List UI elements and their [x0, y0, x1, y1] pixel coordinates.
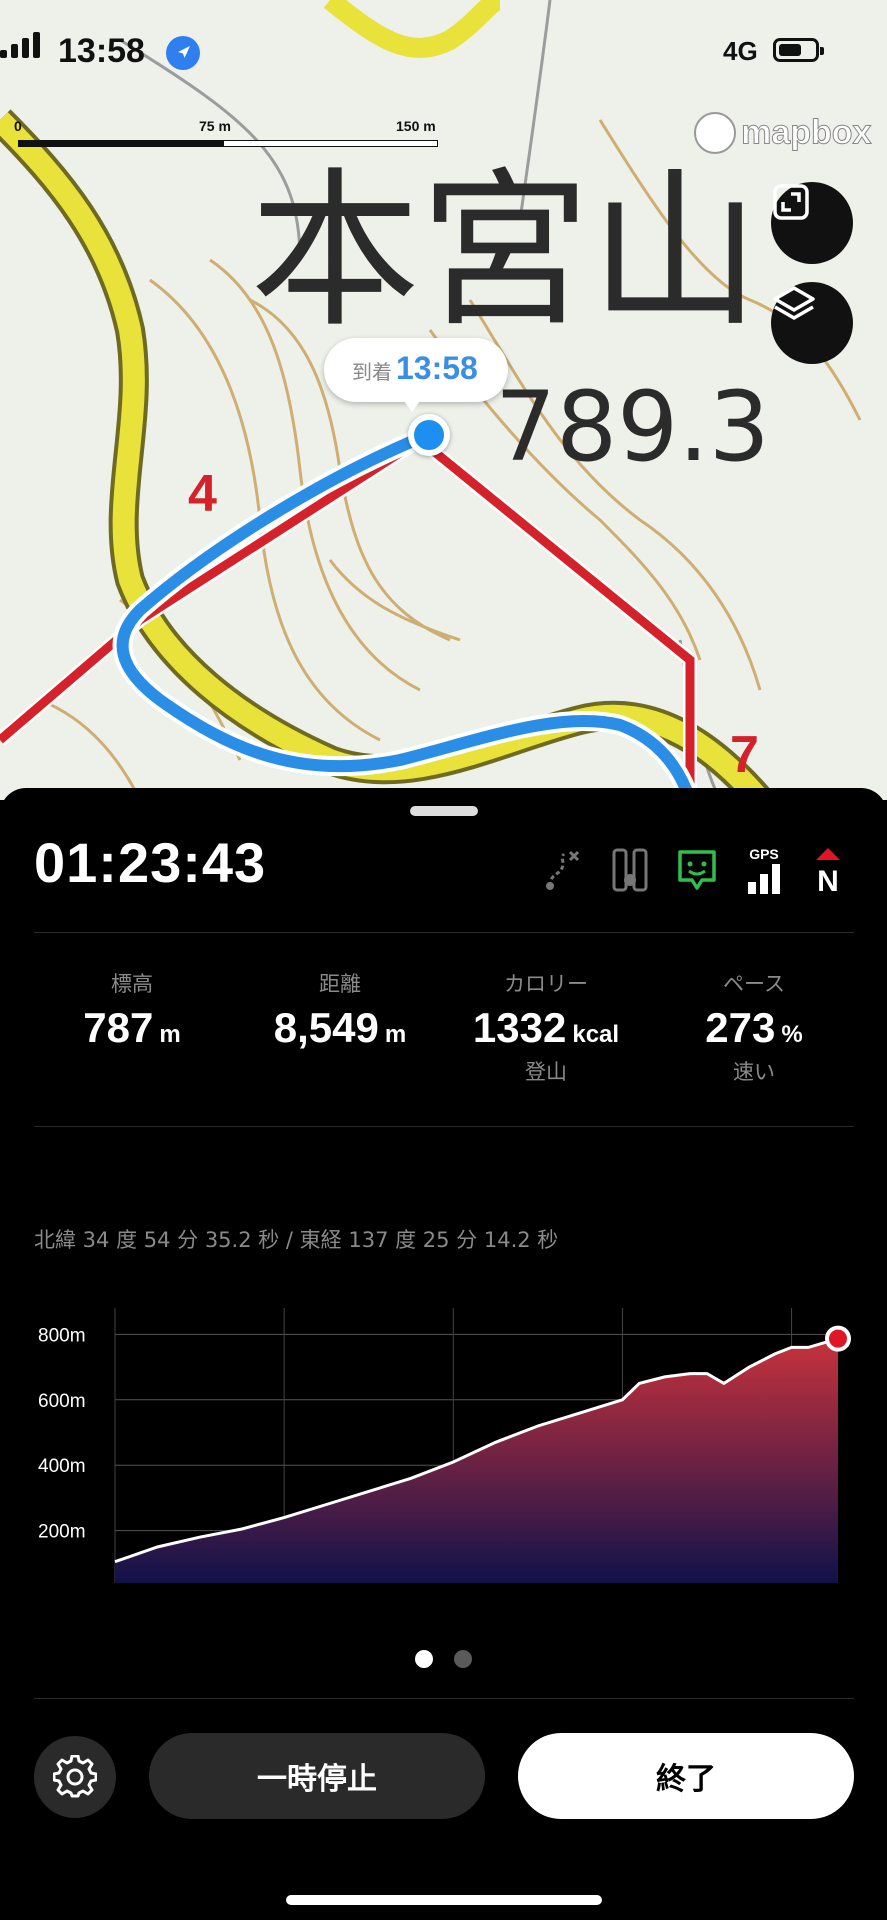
y-tick-label: 600m	[38, 1391, 86, 1412]
stat-elevation: 標高 787 m	[83, 972, 181, 1051]
stat-calories: カロリー 1332 kcal 登山	[446, 968, 646, 1086]
elapsed-time: 01:23:43	[34, 831, 267, 894]
expand-icon	[773, 184, 809, 220]
place-name-label: 本宮山	[250, 153, 760, 351]
pause-button[interactable]: 一時停止	[149, 1733, 485, 1819]
compass-label: N	[817, 865, 839, 898]
y-tick-label: 400m	[38, 1456, 86, 1477]
gps-label: GPS	[749, 846, 779, 862]
stat-pace: ペース 273% 速い	[654, 968, 854, 1086]
scale-label-mid: 75 m	[199, 118, 231, 134]
elevation-chart[interactable]: 200m 400m 600m 800m 0.0km 2.0km 4.0km 6.0km 8.0k…	[0, 1268, 887, 1598]
x-tick-label: 8.0km	[766, 1597, 818, 1598]
x-tick-label: 4.0km	[427, 1597, 479, 1598]
current-position-marker	[408, 414, 450, 456]
pace-description: 速い	[733, 1060, 775, 1084]
north-compass-icon[interactable]: N	[808, 846, 848, 898]
page-indicator-dot-active[interactable]	[415, 1650, 433, 1668]
location-arrow-icon	[166, 36, 200, 70]
panel-grabber[interactable]	[410, 806, 478, 816]
smile-chat-icon[interactable]	[674, 846, 720, 896]
elevation-area	[115, 1338, 838, 1583]
summit-elevation-label: 789.3	[495, 371, 770, 483]
layers-button[interactable]	[771, 282, 853, 364]
map-scale-bar: 0 75 m 150 m	[14, 118, 444, 148]
settings-button[interactable]	[34, 1736, 116, 1818]
map-view[interactable]: 本宮山 789.3 13:58 4G 0 75 m 150 m mapbox 4…	[0, 0, 887, 800]
home-indicator[interactable]	[286, 1895, 602, 1905]
y-tick-label: 200m	[38, 1522, 86, 1543]
gps-signal-icon[interactable]: GPS	[742, 846, 786, 896]
calories-activity-type: 登山	[525, 1060, 567, 1084]
x-tick-label: 6.0km	[597, 1597, 649, 1598]
route-off-icon[interactable]	[540, 846, 584, 896]
gear-icon	[53, 1755, 97, 1798]
arrival-label: 到着	[352, 360, 392, 384]
x-tick-label: 2.0km	[258, 1597, 310, 1598]
y-tick-label: 800m	[38, 1325, 86, 1346]
divider	[34, 932, 854, 933]
current-elevation-marker	[825, 1325, 851, 1352]
x-tick-label: 0.0km	[89, 1597, 141, 1598]
end-button[interactable]: 終了	[518, 1733, 854, 1819]
arrival-time: 13:58	[396, 350, 478, 386]
arrival-bubble[interactable]: 到着 13:58	[324, 338, 508, 412]
mapbox-logo-text: mapbox	[741, 113, 872, 152]
mapbox-attribution[interactable]: mapbox	[694, 112, 872, 154]
water-location-icon[interactable]	[608, 846, 652, 896]
status-bar: 13:58 4G	[0, 32, 887, 72]
scale-label-zero: 0	[14, 118, 22, 134]
mapbox-logo-icon	[694, 112, 736, 154]
status-time: 13:58	[58, 32, 145, 70]
route-number-label: 7	[730, 726, 759, 784]
page-indicator-dot[interactable]	[454, 1650, 472, 1668]
scale-label-max: 150 m	[396, 118, 436, 134]
signal-bars-icon	[0, 32, 40, 58]
layers-icon	[773, 286, 815, 320]
divider	[34, 1126, 854, 1127]
stat-distance: 距離 8,549 m	[273, 972, 407, 1051]
route-number-label: 4	[188, 465, 217, 523]
battery-icon	[773, 38, 824, 62]
network-type: 4G	[723, 36, 758, 66]
expand-map-button[interactable]	[771, 182, 853, 264]
coordinates-text: 北緯 34 度 54 分 35.2 秒 / 東経 137 度 25 分 14.2…	[34, 1228, 559, 1252]
divider	[34, 1698, 854, 1699]
activity-panel: 01:23:43 GPS N 標高 787m 距離 8,549m カロリー	[0, 788, 887, 1920]
